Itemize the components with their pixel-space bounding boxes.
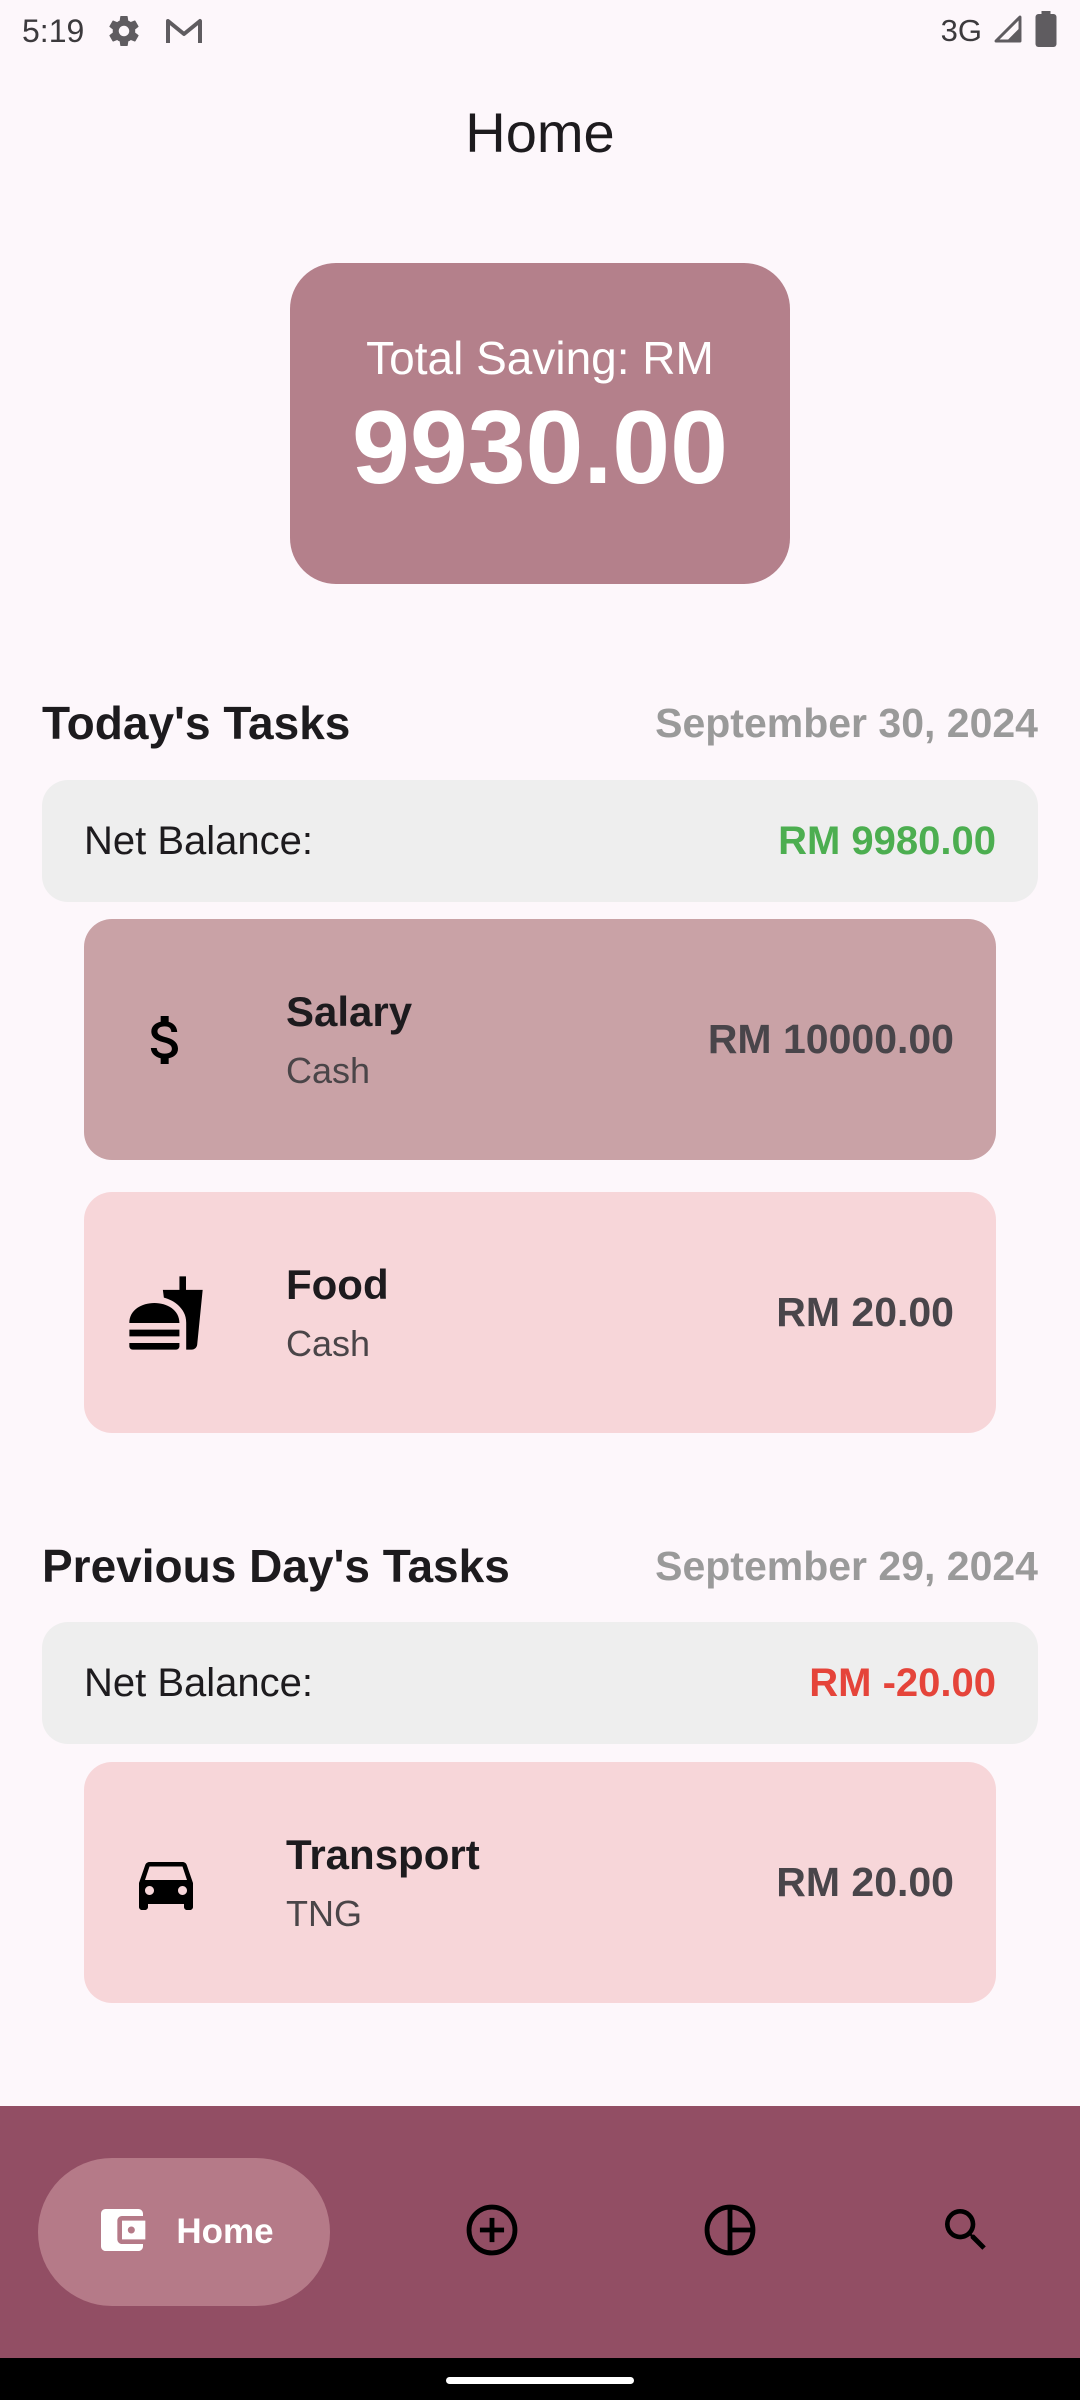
- net-balance-label: Net Balance:: [84, 818, 314, 863]
- previous-section-header: Previous Day's Tasks September 29, 2024: [42, 1535, 1038, 1597]
- previous-net-balance-row: Net Balance: RM -20.00: [42, 1622, 1038, 1744]
- status-time: 5:19: [22, 12, 85, 49]
- dollar-icon: [124, 998, 208, 1082]
- status-right-group: 3G: [940, 10, 1058, 52]
- task-card-transport[interactable]: Transport TNG RM 20.00: [84, 1762, 996, 2003]
- gmail-icon: [164, 15, 204, 47]
- task-name: Transport: [286, 1830, 480, 1878]
- total-saving-card: Total Saving: RM 9930.00: [290, 263, 790, 584]
- car-icon: [124, 1841, 208, 1925]
- wallet-icon: [94, 2202, 150, 2263]
- task-amount: RM 20.00: [776, 1289, 954, 1335]
- nav-stats-button[interactable]: [690, 2192, 770, 2272]
- today-net-balance-row: Net Balance: RM 9980.00: [42, 780, 1038, 902]
- task-account: TNG: [286, 1892, 362, 1934]
- page-title: Home: [465, 101, 615, 164]
- network-type: 3G: [940, 13, 982, 48]
- task-amount: RM 20.00: [776, 1859, 954, 1905]
- today-section-date: September 30, 2024: [655, 699, 1038, 746]
- task-card-food[interactable]: Food Cash RM 20.00: [84, 1192, 996, 1433]
- bottom-nav: Home: [0, 2106, 1080, 2358]
- task-name: Salary: [286, 987, 413, 1035]
- task-text: Salary Cash: [286, 988, 412, 1092]
- battery-icon: [1034, 10, 1058, 52]
- signal-icon: [992, 13, 1024, 50]
- nav-home-label: Home: [176, 2212, 274, 2251]
- gesture-handle[interactable]: [446, 2377, 634, 2384]
- net-balance-value: RM 9980.00: [778, 818, 996, 863]
- net-balance-label: Net Balance:: [84, 1660, 314, 1705]
- pie-chart-icon: [701, 2201, 759, 2264]
- nav-add-button[interactable]: [452, 2192, 532, 2272]
- search-icon: [938, 2202, 994, 2263]
- task-card-salary[interactable]: Salary Cash RM 10000.00: [84, 919, 996, 1160]
- today-section-header: Today's Tasks September 30, 2024: [42, 692, 1038, 754]
- task-name: Food: [286, 1260, 389, 1308]
- task-amount: RM 10000.00: [707, 1016, 954, 1062]
- total-saving-amount: 9930.00: [352, 390, 728, 506]
- add-circle-icon: [463, 2201, 521, 2264]
- total-saving-label: Total Saving: RM: [366, 332, 714, 384]
- nav-home-button[interactable]: Home: [38, 2158, 330, 2306]
- task-text: Transport TNG: [286, 1831, 480, 1935]
- nav-search-button[interactable]: [926, 2192, 1006, 2272]
- previous-section-date: September 29, 2024: [655, 1542, 1038, 1589]
- task-text: Food Cash: [286, 1261, 389, 1365]
- fastfood-icon: [124, 1271, 208, 1355]
- task-account: Cash: [286, 1049, 371, 1091]
- status-bar: 5:19 3G: [0, 0, 1080, 62]
- gear-icon: [106, 13, 142, 49]
- today-section-title: Today's Tasks: [42, 697, 351, 749]
- task-account: Cash: [286, 1322, 371, 1364]
- previous-section-title: Previous Day's Tasks: [42, 1540, 510, 1592]
- net-balance-value: RM -20.00: [809, 1660, 996, 1705]
